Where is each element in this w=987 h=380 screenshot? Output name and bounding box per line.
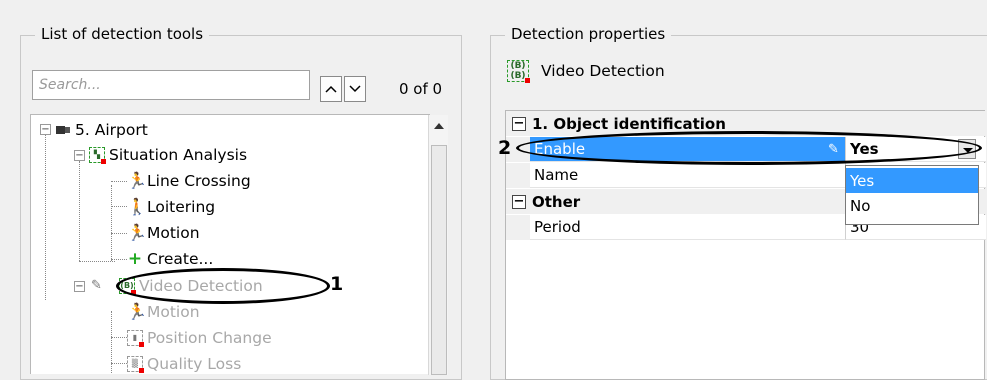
video-detection-icon: (B) (B) [507, 60, 530, 83]
previous-match-button[interactable] [320, 76, 342, 102]
dropdown-option-yes[interactable]: Yes [846, 168, 978, 193]
tree-item-create[interactable]: + Create... [127, 246, 213, 271]
situation-analysis-icon: ▚ [89, 146, 106, 164]
category-object-identification[interactable]: − 1. Object identification [506, 111, 986, 136]
category-label: 1. Object identification [532, 114, 726, 133]
property-value-editor[interactable]: ✎ Yes [828, 137, 986, 162]
plus-icon: + [127, 248, 143, 269]
category-label: Other [532, 192, 581, 211]
properties-header-title: Video Detection [541, 62, 665, 80]
dropdown-option-no[interactable]: No [846, 193, 978, 218]
tree-item-label: Line Crossing [147, 171, 251, 190]
collapse-toggle[interactable]: − [40, 124, 51, 135]
match-count: 0 of 0 [399, 80, 443, 98]
property-row-enable[interactable]: Enable ✎ Yes [506, 137, 986, 162]
pencil-icon: ✎ [91, 277, 102, 293]
tree-item-label: Loitering [147, 197, 216, 216]
tree-item-label: Create... [147, 249, 214, 268]
property-name: Period [530, 215, 846, 240]
collapse-toggle[interactable]: − [74, 150, 85, 161]
tree-item-motion[interactable]: 🏃 Motion [127, 220, 200, 245]
tree-item-position-change[interactable]: ▮ Position Change [127, 325, 272, 350]
tree-item-label: Motion [147, 302, 200, 321]
chevron-down-icon [349, 85, 361, 93]
tree-item-situation-analysis[interactable]: ▚ Situation Analysis [89, 142, 247, 167]
tree-item-motion-sub[interactable]: 🏃 Motion [127, 299, 200, 324]
detection-tools-tree: − 5. Airport − ▚ Situation Analysis 🏃 Li… [30, 114, 430, 374]
tree-item-label: Situation Analysis [109, 145, 248, 164]
tree-scrollbar[interactable] [428, 115, 448, 375]
tree-item-loitering[interactable]: 🚶 Loitering [127, 194, 215, 219]
search-input[interactable] [32, 70, 310, 100]
video-detection-icon: (B) [119, 277, 136, 295]
tree-item-label: Position Change [147, 328, 272, 347]
property-value: Yes [850, 140, 879, 158]
motion-icon: 🏃 [127, 301, 147, 321]
collapse-category-icon[interactable]: − [512, 116, 526, 131]
loitering-icon: 🚶 [127, 196, 147, 216]
collapse-category-icon[interactable]: − [512, 194, 526, 209]
scroll-up-icon[interactable] [434, 123, 444, 129]
edit-pencil-icon: ✎ [828, 141, 839, 157]
property-name: Enable [530, 137, 846, 162]
enable-dropdown-list: Yes No [845, 165, 979, 225]
tree-item-line-crossing[interactable]: 🏃 Line Crossing [127, 168, 251, 193]
callout-1: 1 [330, 273, 344, 295]
tree-item-airport[interactable]: 5. Airport [55, 117, 148, 142]
tree-item-label: Video Detection [139, 276, 263, 295]
motion-icon: 🏃 [127, 222, 147, 242]
quality-loss-icon: ▒ [127, 355, 144, 373]
properties-header: (B) (B) Video Detection [507, 60, 665, 83]
tree-item-video-detection[interactable]: ✎ (B) Video Detection [91, 273, 263, 298]
next-match-button[interactable] [344, 76, 366, 102]
camera-icon [55, 122, 71, 138]
chevron-up-icon [325, 85, 337, 93]
tree-item-label: Motion [147, 223, 200, 242]
scroll-thumb[interactable] [431, 145, 447, 375]
dropdown-arrow-icon[interactable] [958, 139, 976, 159]
position-change-icon: ▮ [127, 329, 144, 347]
tree-item-label: 5. Airport [75, 120, 148, 139]
callout-2: 2 [498, 137, 512, 159]
property-grid: − 1. Object identification Enable ✎ Yes … [505, 110, 986, 380]
tree-item-quality-loss[interactable]: ▒ Quality Loss [127, 351, 241, 374]
property-name: Name [530, 163, 846, 188]
tree-item-label: Quality Loss [147, 354, 242, 373]
collapse-toggle[interactable]: − [74, 281, 85, 292]
line-crossing-icon: 🏃 [127, 170, 147, 190]
detection-tools-title: List of detection tools [35, 25, 210, 43]
detection-properties-title: Detection properties [505, 25, 672, 43]
